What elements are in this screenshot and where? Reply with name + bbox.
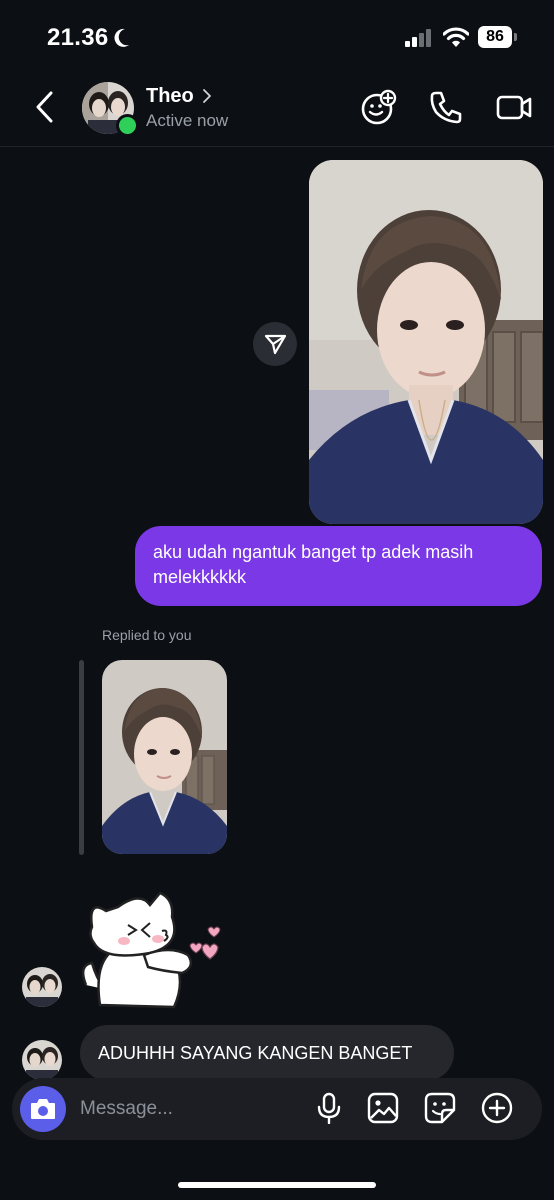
header-divider (0, 146, 554, 147)
chevron-right-icon[interactable] (201, 88, 213, 104)
signal-icon (405, 29, 433, 47)
camera-icon[interactable] (20, 1086, 66, 1132)
gallery-icon[interactable] (367, 1092, 399, 1124)
replied-photo[interactable] (102, 660, 227, 854)
phone-icon[interactable] (427, 88, 465, 126)
incoming-message[interactable]: ADUHHH SAYANG KANGEN BANGET (80, 1025, 454, 1081)
contact-status: Active now (146, 111, 229, 130)
message-input[interactable] (80, 1094, 280, 1124)
status-time: 21.36 (47, 24, 109, 51)
avatar[interactable] (22, 967, 62, 1007)
battery-level: 86 (478, 26, 512, 48)
home-indicator (178, 1182, 376, 1188)
replied-label: Replied to you (102, 627, 192, 643)
reply-indicator-bar (79, 660, 84, 855)
cat-sticker[interactable] (78, 885, 224, 1010)
contact-name[interactable]: Theo (146, 85, 194, 108)
moon-icon (114, 27, 136, 49)
sticker-icon[interactable] (424, 1092, 456, 1124)
online-status-dot (116, 114, 139, 137)
video-icon[interactable] (495, 88, 533, 126)
back-icon[interactable] (32, 90, 58, 124)
battery-icon: 86 (478, 26, 518, 48)
share-icon[interactable] (253, 322, 297, 366)
avatar[interactable] (22, 1040, 62, 1080)
effects-icon[interactable] (360, 88, 398, 126)
add-icon[interactable] (481, 1092, 513, 1124)
outgoing-message[interactable]: aku udah ngantuk banget tp adek masih me… (135, 526, 542, 606)
mic-icon[interactable] (313, 1092, 345, 1124)
wifi-icon (443, 26, 469, 48)
sent-photo[interactable] (309, 160, 543, 524)
